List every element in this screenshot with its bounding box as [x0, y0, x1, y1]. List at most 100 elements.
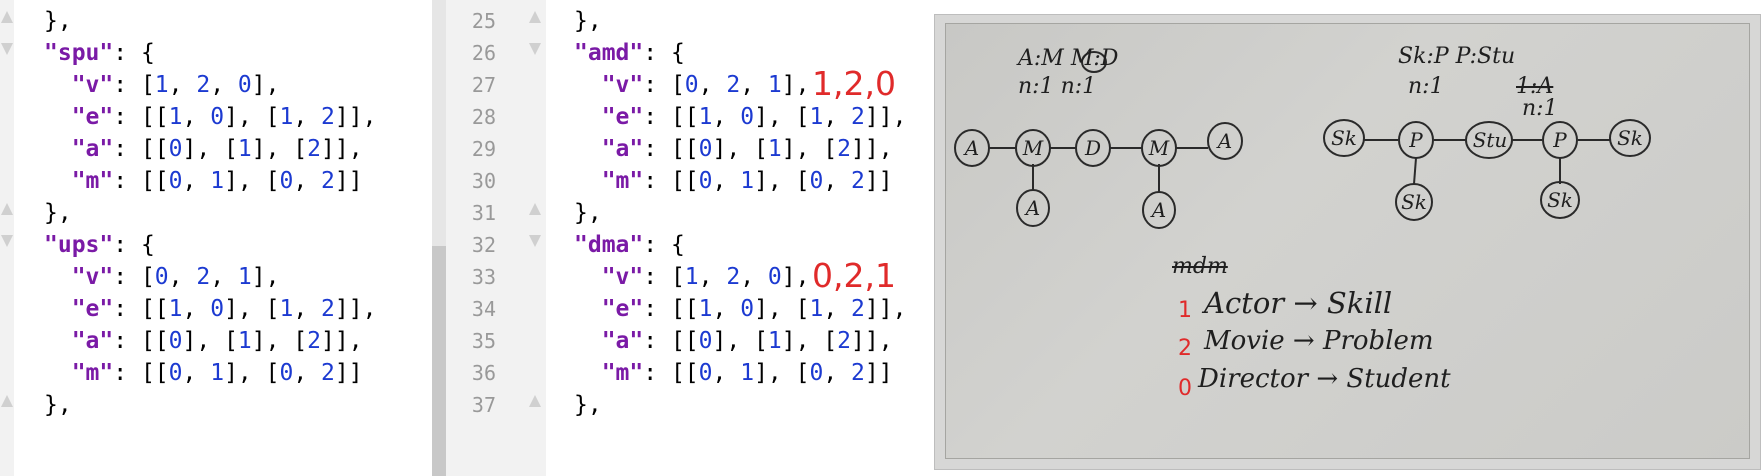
number-token: 1: [210, 168, 225, 194]
line-number: 35: [471, 329, 496, 353]
code-line[interactable]: "v": [1, 2, 0],: [0, 67, 432, 103]
code-line[interactable]: "spu": {: [0, 35, 432, 71]
punctuation-token: : [[: [643, 136, 699, 162]
left-code-pane[interactable]: }, "spu": { "v": [1, 2, 0], "e": [[1, 0],…: [0, 0, 432, 476]
code-line[interactable]: "a": [[0], [1], [2]],: [0, 131, 432, 167]
code-text: },: [574, 387, 602, 423]
fold-end-icon[interactable]: [529, 203, 541, 215]
number-token: 0: [168, 360, 183, 386]
punctuation-token: ,: [293, 360, 322, 386]
json-key-token: "e": [601, 296, 644, 322]
punctuation-token: ], [: [224, 296, 280, 322]
right-header-line2: n:1: [1408, 74, 1444, 99]
punctuation-token: ]],: [864, 296, 907, 322]
punctuation-token: ],: [781, 72, 810, 98]
handwritten-notes-photo: A:M M:D n:1 n:1 Sk:P P:Stu n:1 1:A n:1 A…: [934, 14, 1761, 470]
punctuation-token: : [: [643, 264, 685, 290]
json-key-token: "amd": [574, 40, 644, 66]
json-key-token: "a": [601, 136, 644, 162]
code-line[interactable]: "m": [[0, 1], [0, 2]]: [0, 355, 432, 391]
punctuation-token: },: [44, 392, 72, 418]
mapping-number-3: 0: [1178, 376, 1192, 401]
scrollbar-thumb[interactable]: [432, 246, 446, 476]
number-token: 0: [237, 72, 252, 98]
punctuation-token: ]],: [851, 136, 893, 162]
fold-end-icon[interactable]: [1, 203, 13, 215]
number-token: 1: [154, 72, 169, 98]
code-text: },: [44, 387, 72, 423]
code-line[interactable]: },: [0, 195, 432, 231]
graph-node-label: A: [1217, 129, 1233, 153]
punctuation-token: [44, 136, 72, 162]
fold-end-icon[interactable]: [529, 11, 541, 23]
punctuation-token: ,: [293, 104, 322, 130]
code-line[interactable]: },: [0, 3, 432, 39]
punctuation-token: ],: [781, 264, 810, 290]
line-number: 26: [471, 41, 496, 65]
fold-start-icon[interactable]: [529, 43, 541, 55]
punctuation-token: : [[: [643, 168, 699, 194]
number-token: 1: [237, 328, 252, 354]
punctuation-token: : {: [643, 40, 685, 66]
json-key-token: "a": [71, 328, 114, 354]
punctuation-token: : [: [113, 264, 155, 290]
code-line[interactable]: 30 "m": [[0, 1], [0, 2]]: [446, 163, 920, 199]
number-token: 0: [168, 328, 183, 354]
number-token: 2: [851, 360, 865, 386]
right-code-pane[interactable]: 25}, 26 "amd": {27 "v": [0, 2, 1], 1,2,0 28 …: [446, 0, 920, 476]
code-text: "m": [[0, 1], [0, 2]]: [574, 163, 893, 199]
code-line[interactable]: "m": [[0, 1], [0, 2]]: [0, 163, 432, 199]
punctuation-token: ,: [168, 72, 197, 98]
code-line[interactable]: "a": [[0], [1], [2]],: [0, 323, 432, 359]
number-token: 2: [321, 360, 335, 386]
code-line[interactable]: 25},: [446, 3, 920, 39]
code-line[interactable]: 31},: [446, 195, 920, 231]
red-annotation: 0,2,1: [812, 256, 896, 295]
fold-start-icon[interactable]: [529, 235, 541, 247]
fold-end-icon[interactable]: [529, 395, 541, 407]
punctuation-token: [44, 72, 72, 98]
fold-start-icon[interactable]: [1, 43, 13, 55]
graph-node-label: A: [1025, 196, 1041, 220]
code-text: },: [574, 3, 602, 39]
punctuation-token: ], [: [224, 360, 280, 386]
mapping-text-2: Movie → Problem: [1204, 326, 1434, 356]
punctuation-token: ]],: [334, 296, 377, 322]
punctuation-token: ], [: [781, 136, 838, 162]
punctuation-token: [574, 328, 602, 354]
number-token: 1: [684, 264, 699, 290]
code-line[interactable]: 36 "m": [[0, 1], [0, 2]]: [446, 355, 920, 391]
graph-node-label: M: [1148, 136, 1170, 160]
code-text: "v": [1, 2, 0],: [44, 67, 280, 103]
fold-end-icon[interactable]: [1, 395, 13, 407]
fold-end-icon[interactable]: [1, 11, 13, 23]
code-line[interactable]: 29 "a": [[0], [1], [2]],: [446, 131, 920, 167]
code-line[interactable]: 34 "e": [[1, 0], [1, 2]],: [446, 291, 920, 327]
code-line[interactable]: 37},: [446, 387, 920, 423]
punctuation-token: ], [: [754, 168, 810, 194]
punctuation-token: ], [: [224, 168, 280, 194]
red-annotation: 1,2,0: [812, 64, 896, 103]
punctuation-token: : [[: [113, 328, 169, 354]
code-text: "a": [[0], [1], [2]],: [44, 131, 363, 167]
punctuation-token: ], [: [754, 360, 810, 386]
punctuation-token: : {: [113, 40, 155, 66]
code-line[interactable]: },: [0, 387, 432, 423]
code-line[interactable]: 28 "e": [[1, 0], [1, 2]],: [446, 99, 920, 135]
fold-start-icon[interactable]: [1, 235, 13, 247]
number-token: 0: [698, 136, 713, 162]
code-text: "e": [[1, 0], [1, 2]],: [44, 291, 377, 327]
code-line[interactable]: "v": [0, 2, 1],: [0, 259, 432, 295]
punctuation-token: : {: [113, 232, 155, 258]
code-line[interactable]: "e": [[1, 0], [1, 2]],: [0, 99, 432, 135]
code-line[interactable]: "ups": {: [0, 227, 432, 263]
punctuation-token: [44, 328, 72, 354]
punctuation-token: },: [574, 200, 602, 226]
number-token: 1: [279, 104, 294, 130]
code-line[interactable]: 35 "a": [[0], [1], [2]],: [446, 323, 920, 359]
number-token: 0: [809, 360, 824, 386]
code-text: "amd": {: [574, 35, 685, 71]
code-line[interactable]: "e": [[1, 0], [1, 2]],: [0, 291, 432, 327]
paper-sheet: A:M M:D n:1 n:1 Sk:P P:Stu n:1 1:A n:1 A…: [945, 23, 1750, 459]
punctuation-token: ], [: [712, 328, 768, 354]
